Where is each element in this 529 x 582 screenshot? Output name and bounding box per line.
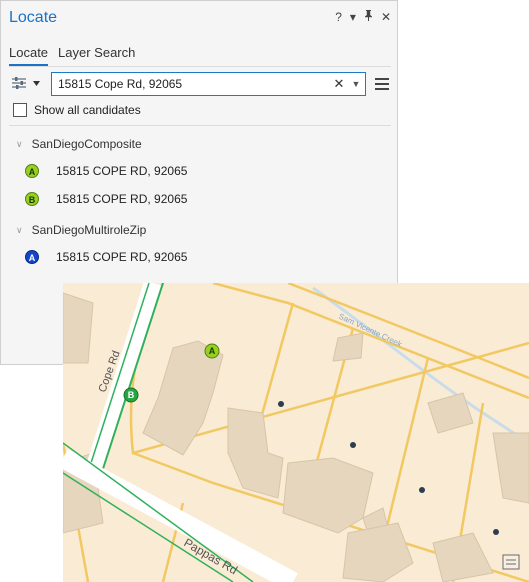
- search-input[interactable]: [52, 76, 331, 92]
- show-all-candidates: Show all candidates: [13, 103, 141, 117]
- result-address: 15815 COPE RD, 92065: [56, 164, 188, 178]
- result-badge-b: B: [25, 192, 39, 206]
- results-divider: [9, 125, 391, 126]
- pane-controls: ? ▾ ✕: [335, 10, 391, 24]
- group-label: SanDiegoMultiroleZip: [31, 223, 147, 237]
- tab-divider: [9, 66, 391, 67]
- chevron-down-icon: ∨: [16, 138, 23, 149]
- tab-layer-search[interactable]: Layer Search: [58, 45, 135, 66]
- result-row[interactable]: A 15815 COPE RD, 92065: [25, 250, 187, 264]
- map-layers-icon[interactable]: [502, 554, 520, 570]
- options-sliders-icon: [12, 77, 26, 89]
- result-row[interactable]: B 15815 COPE RD, 92065: [25, 192, 187, 206]
- show-all-checkbox[interactable]: [13, 103, 27, 117]
- help-icon[interactable]: ?: [335, 10, 342, 24]
- pane-menu-icon[interactable]: ▾: [350, 10, 356, 24]
- group-label: SanDiegoComposite: [31, 137, 142, 151]
- result-badge-a: A: [25, 250, 39, 264]
- marker-b-label: B: [128, 390, 135, 400]
- chevron-down-icon: [33, 80, 40, 86]
- result-badge-a: A: [25, 164, 39, 178]
- pin-icon[interactable]: [364, 10, 373, 24]
- tab-locate[interactable]: Locate: [9, 45, 49, 66]
- locate-options-button[interactable]: [11, 76, 40, 90]
- chevron-down-icon: ∨: [16, 224, 23, 235]
- result-address: 15815 COPE RD, 92065: [56, 192, 188, 206]
- result-row[interactable]: A 15815 COPE RD, 92065: [25, 164, 187, 178]
- pane-title: Locate: [9, 9, 58, 26]
- group-sandiegomultirolezip[interactable]: ∨ SanDiegoMultiroleZip: [16, 223, 146, 237]
- search-field[interactable]: ✕ ▼: [51, 72, 366, 96]
- hamburger-menu-icon[interactable]: [375, 78, 389, 93]
- map-view[interactable]: Cope Rd Pappas Rd Sam Vicente Creek A B: [63, 283, 529, 582]
- marker-a-label: A: [209, 346, 216, 356]
- tab-bar: Locate Layer Search: [9, 45, 135, 66]
- result-address: 15815 COPE RD, 92065: [56, 250, 188, 264]
- group-sandiegocomposite[interactable]: ∨ SanDiegoComposite: [16, 137, 142, 151]
- search-dropdown-icon[interactable]: ▼: [347, 79, 365, 89]
- show-all-label: Show all candidates: [34, 103, 141, 117]
- close-icon[interactable]: ✕: [381, 10, 391, 24]
- clear-icon[interactable]: ✕: [331, 76, 347, 92]
